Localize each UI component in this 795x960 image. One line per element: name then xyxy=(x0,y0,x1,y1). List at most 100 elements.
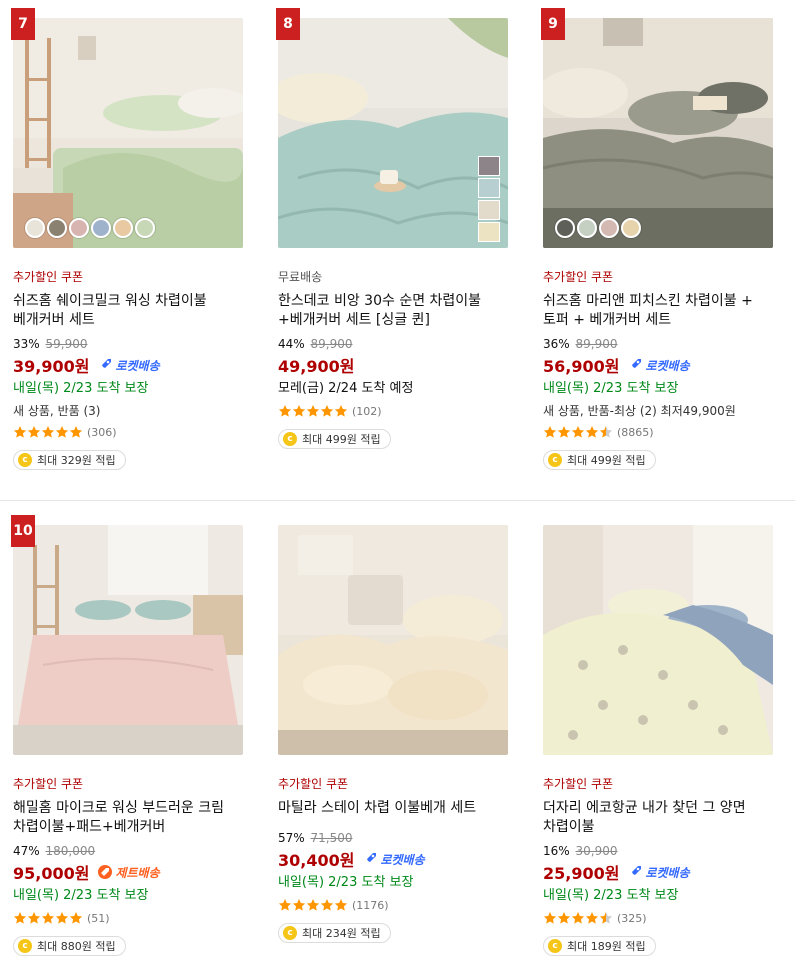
color-swatch[interactable] xyxy=(555,218,575,238)
cashback-label: 최대 499원 적립 xyxy=(302,433,381,446)
cashback-badge: c 최대 499원 적립 xyxy=(278,429,391,449)
color-swatch[interactable] xyxy=(478,200,500,220)
rocket-delivery-badge: 로켓배송 xyxy=(627,357,690,374)
shipping-label: 로켓배송 xyxy=(115,358,160,373)
star-icon xyxy=(292,899,306,911)
product-image[interactable] xyxy=(13,525,243,755)
star-icon xyxy=(41,912,55,924)
star-icon xyxy=(571,912,585,924)
product-info: 추가할인 쿠폰 마틸라 스테이 차렵 이불베개 세트 57% 71,500 30… xyxy=(278,775,518,943)
rank-badge: 8 xyxy=(276,8,300,40)
color-swatch[interactable] xyxy=(621,218,641,238)
color-swatch[interactable] xyxy=(47,218,67,238)
color-swatch[interactable] xyxy=(91,218,111,238)
coupon-badge: 추가할인 쿠폰 xyxy=(278,777,349,791)
product-image[interactable] xyxy=(278,18,508,248)
sale-price: 95,000원 xyxy=(13,864,90,883)
product-info: 추가할인 쿠폰 쉬즈홈 마리앤 피치스킨 차렵이불 + 토퍼 + 베개커버 세트… xyxy=(543,268,783,470)
delivery-info: 내일(목) 2/23 도착 보장 xyxy=(543,381,679,396)
color-swatch[interactable] xyxy=(599,218,619,238)
star-rating xyxy=(543,911,613,925)
star-rating xyxy=(278,898,348,912)
original-price: 59,900 xyxy=(45,337,88,351)
star-icon xyxy=(292,405,306,417)
color-swatch[interactable] xyxy=(113,218,133,238)
sale-row: 30,400원 로켓배송 xyxy=(278,848,518,870)
star-icon xyxy=(306,405,320,417)
original-price: 89,900 xyxy=(575,337,618,351)
product-info: 추가할인 쿠폰 해밀홈 마이크로 워싱 부드러운 크림 차렵이불+패드+베개커버… xyxy=(13,775,253,956)
delivery-info: 모레(금) 2/24 도착 예정 xyxy=(278,381,414,396)
star-icon xyxy=(557,426,571,438)
product-title[interactable]: 더자리 에코항균 내가 찾던 그 양면 차렵이불 xyxy=(543,799,783,837)
star-rating xyxy=(278,404,348,418)
review-count: (1176) xyxy=(352,898,389,912)
product-image[interactable] xyxy=(13,18,243,248)
color-swatch[interactable] xyxy=(478,178,500,198)
original-price: 30,900 xyxy=(575,844,618,858)
rocket-icon xyxy=(630,866,642,877)
rating: (102) xyxy=(278,403,518,419)
cashback-label: 최대 499원 적립 xyxy=(567,454,646,467)
star-icon xyxy=(334,899,348,911)
star-icon xyxy=(278,899,292,911)
rocket-icon xyxy=(365,853,377,864)
cashback-badge: c 최대 189원 적립 xyxy=(543,936,656,956)
star-icon xyxy=(69,912,83,924)
shipping-label: 로켓배송 xyxy=(645,358,690,373)
color-swatch[interactable] xyxy=(478,222,500,242)
rocket-icon xyxy=(630,359,642,370)
product-title[interactable]: 쉬즈홈 마리앤 피치스킨 차렵이불 + 토퍼 + 베개커버 세트 xyxy=(543,292,783,330)
product-title[interactable]: 한스데코 비앙 30수 순면 차렵이불+베개커버 세트 [싱글 퀸] xyxy=(278,292,518,330)
discount-rate: 44% xyxy=(278,337,305,351)
color-swatch[interactable] xyxy=(577,218,597,238)
sale-price: 56,900원 xyxy=(543,357,620,376)
product-image[interactable] xyxy=(278,525,508,755)
sale-row: 49,900원 xyxy=(278,354,518,376)
color-swatch[interactable] xyxy=(135,218,155,238)
sale-price: 25,900원 xyxy=(543,864,620,883)
star-icon xyxy=(13,912,27,924)
product-title[interactable]: 마틸라 스테이 차렵 이불베개 세트 xyxy=(278,799,518,818)
coupon-badge: 추가할인 쿠폰 xyxy=(13,270,84,284)
color-swatch[interactable] xyxy=(69,218,89,238)
review-count: (306) xyxy=(87,425,117,439)
discount-rate: 57% xyxy=(278,831,305,845)
product-title[interactable]: 쉬즈홈 쉐이크밀크 워싱 차렵이불 베개커버 세트 xyxy=(13,292,253,330)
free-shipping-badge: 무료배송 xyxy=(278,270,323,284)
delivery-info: 내일(목) 2/23 도착 보장 xyxy=(13,888,149,903)
color-swatch[interactable] xyxy=(478,156,500,176)
star-icon xyxy=(320,899,334,911)
product-info: 무료배송 한스데코 비앙 30수 순면 차렵이불+베개커버 세트 [싱글 퀸] … xyxy=(278,268,518,449)
rating: (1176) xyxy=(278,897,518,913)
product-info: 추가할인 쿠폰 쉬즈홈 쉐이크밀크 워싱 차렵이불 베개커버 세트 33% 59… xyxy=(13,268,253,470)
product-info: 추가할인 쿠폰 더자리 에코항균 내가 찾던 그 양면 차렵이불 16% 30,… xyxy=(543,775,783,956)
used-product-info[interactable]: 새 상품, 반품-최상 (2) 최저49,900원 xyxy=(543,403,783,419)
star-icon xyxy=(278,405,292,417)
sale-row: 95,000원 제트배송 xyxy=(13,861,253,883)
star-rating xyxy=(13,911,83,925)
used-product-info[interactable]: 새 상품, 반품 (3) xyxy=(13,403,253,419)
discount-rate: 33% xyxy=(13,337,40,351)
star-icon xyxy=(306,899,320,911)
rocket-delivery-badge: 로켓배송 xyxy=(362,851,425,868)
price-row: 44% 89,900 xyxy=(278,336,518,352)
star-rating xyxy=(13,425,83,439)
star-icon xyxy=(55,426,69,438)
star-icon xyxy=(543,426,557,438)
star-icon xyxy=(599,426,613,438)
color-swatch[interactable] xyxy=(25,218,45,238)
product-image[interactable] xyxy=(543,18,773,248)
product-image[interactable] xyxy=(543,525,773,755)
star-icon xyxy=(543,912,557,924)
rating: (325) xyxy=(543,910,783,926)
sale-price: 49,900원 xyxy=(278,357,355,376)
rank-badge: 10 xyxy=(11,515,35,547)
star-icon xyxy=(571,426,585,438)
product-title[interactable]: 해밀홈 마이크로 워싱 부드러운 크림 차렵이불+패드+베개커버 xyxy=(13,799,253,837)
sale-row: 25,900원 로켓배송 xyxy=(543,861,783,883)
coin-icon: c xyxy=(548,453,562,467)
rating: (306) xyxy=(13,424,253,440)
star-icon xyxy=(557,912,571,924)
review-count: (325) xyxy=(617,911,647,925)
